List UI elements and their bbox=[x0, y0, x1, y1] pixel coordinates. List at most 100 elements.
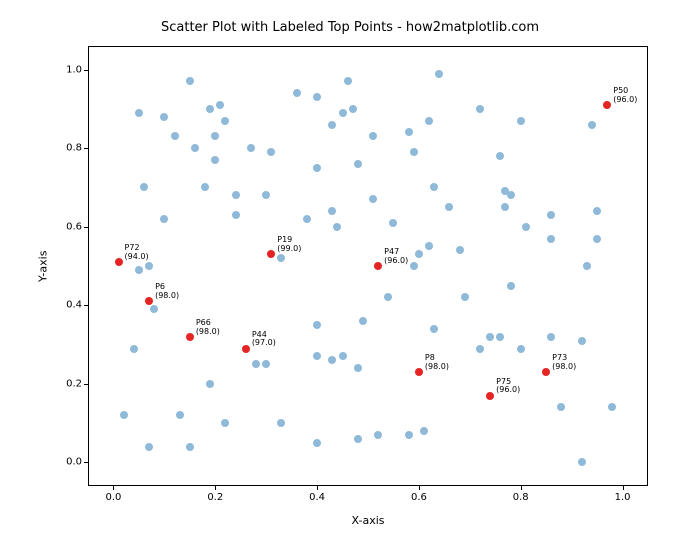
scatter-point bbox=[608, 403, 616, 411]
y-tick-label: 0.6 bbox=[60, 221, 82, 232]
scatter-point bbox=[354, 435, 362, 443]
y-tick-label: 0.8 bbox=[60, 143, 82, 154]
scatter-point bbox=[593, 207, 601, 215]
scatter-point bbox=[547, 333, 555, 341]
top-point bbox=[145, 297, 153, 305]
scatter-point bbox=[578, 458, 586, 466]
scatter-point bbox=[186, 443, 194, 451]
scatter-point bbox=[206, 380, 214, 388]
point-annotation: P73(98.0) bbox=[552, 354, 576, 372]
point-annotation: P50(96.0) bbox=[613, 87, 637, 105]
point-annotation: P8(98.0) bbox=[425, 354, 449, 372]
scatter-point bbox=[410, 262, 418, 270]
top-point bbox=[115, 258, 123, 266]
scatter-point bbox=[425, 242, 433, 250]
top-point bbox=[186, 333, 194, 341]
top-point bbox=[486, 392, 494, 400]
scatter-point bbox=[160, 215, 168, 223]
scatter-point bbox=[547, 211, 555, 219]
x-tick-label: 0.6 bbox=[411, 492, 427, 503]
scatter-point bbox=[557, 403, 565, 411]
chart-title: Scatter Plot with Labeled Top Points - h… bbox=[0, 20, 700, 35]
scatter-point bbox=[344, 77, 352, 85]
scatter-point bbox=[130, 345, 138, 353]
y-tick-label: 0.0 bbox=[60, 457, 82, 468]
scatter-point bbox=[430, 325, 438, 333]
scatter-point bbox=[191, 144, 199, 152]
scatter-point bbox=[461, 293, 469, 301]
point-annotation: P47(96.0) bbox=[384, 248, 408, 266]
scatter-point bbox=[211, 156, 219, 164]
scatter-point bbox=[328, 356, 336, 364]
top-point bbox=[267, 250, 275, 258]
scatter-point bbox=[232, 211, 240, 219]
scatter-point bbox=[547, 235, 555, 243]
scatter-point bbox=[369, 132, 377, 140]
scatter-point bbox=[211, 132, 219, 140]
x-tick-label: 0.8 bbox=[513, 492, 529, 503]
scatter-point bbox=[176, 411, 184, 419]
scatter-point bbox=[369, 195, 377, 203]
scatter-point bbox=[232, 191, 240, 199]
y-tick-label: 0.2 bbox=[60, 378, 82, 389]
top-point bbox=[603, 101, 611, 109]
scatter-point bbox=[476, 345, 484, 353]
scatter-point bbox=[140, 183, 148, 191]
scatter-point bbox=[476, 105, 484, 113]
scatter-point bbox=[201, 183, 209, 191]
scatter-point bbox=[313, 439, 321, 447]
y-tick-mark bbox=[84, 305, 88, 306]
y-tick-label: 0.4 bbox=[60, 300, 82, 311]
scatter-point bbox=[430, 183, 438, 191]
scatter-point bbox=[593, 235, 601, 243]
scatter-point bbox=[349, 105, 357, 113]
figure: Scatter Plot with Labeled Top Points - h… bbox=[0, 0, 700, 560]
point-annotation: P72(94.0) bbox=[125, 244, 149, 262]
scatter-point bbox=[252, 360, 260, 368]
scatter-point bbox=[374, 431, 382, 439]
scatter-point bbox=[425, 117, 433, 125]
scatter-point bbox=[221, 419, 229, 427]
y-axis-label: Y-axis bbox=[36, 46, 50, 486]
scatter-point bbox=[333, 223, 341, 231]
scatter-point bbox=[405, 431, 413, 439]
scatter-point bbox=[328, 207, 336, 215]
point-annotation: P66(98.0) bbox=[196, 319, 220, 337]
x-tick-mark bbox=[317, 486, 318, 490]
y-tick-label: 1.0 bbox=[60, 64, 82, 75]
scatter-point bbox=[267, 148, 275, 156]
y-tick-mark bbox=[84, 462, 88, 463]
y-tick-mark bbox=[84, 227, 88, 228]
scatter-point bbox=[216, 101, 224, 109]
point-annotation: P75(96.0) bbox=[496, 378, 520, 396]
scatter-point bbox=[145, 262, 153, 270]
scatter-point bbox=[247, 144, 255, 152]
scatter-point bbox=[339, 109, 347, 117]
x-tick-mark bbox=[419, 486, 420, 490]
scatter-point bbox=[583, 262, 591, 270]
x-tick-mark bbox=[521, 486, 522, 490]
top-point bbox=[374, 262, 382, 270]
x-tick-mark bbox=[113, 486, 114, 490]
scatter-point bbox=[221, 117, 229, 125]
scatter-point bbox=[507, 282, 515, 290]
scatter-point bbox=[293, 89, 301, 97]
scatter-point bbox=[339, 352, 347, 360]
scatter-point bbox=[328, 121, 336, 129]
scatter-point bbox=[354, 160, 362, 168]
y-tick-mark bbox=[84, 70, 88, 71]
scatter-point bbox=[160, 113, 168, 121]
x-tick-label: 1.0 bbox=[615, 492, 631, 503]
scatter-point bbox=[145, 443, 153, 451]
point-annotation: P19(99.0) bbox=[277, 236, 301, 254]
scatter-point bbox=[456, 246, 464, 254]
scatter-point bbox=[120, 411, 128, 419]
scatter-point bbox=[517, 117, 525, 125]
scatter-point bbox=[359, 317, 367, 325]
scatter-point bbox=[435, 70, 443, 78]
top-point bbox=[242, 345, 250, 353]
scatter-point bbox=[313, 352, 321, 360]
top-point bbox=[415, 368, 423, 376]
scatter-point bbox=[522, 223, 530, 231]
scatter-point bbox=[354, 364, 362, 372]
